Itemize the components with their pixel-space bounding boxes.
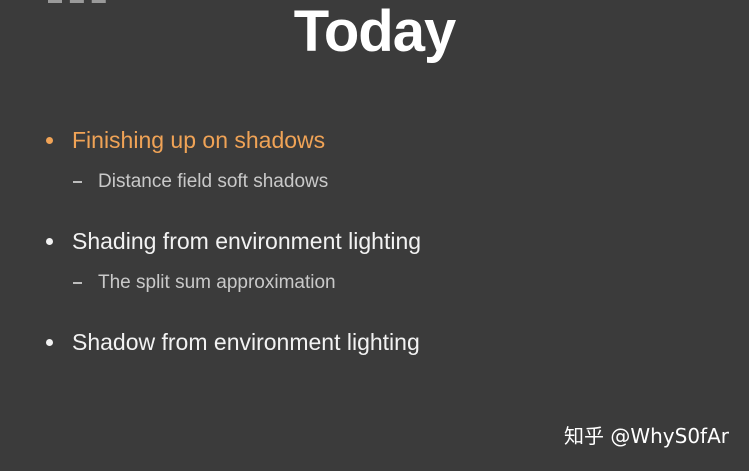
bullet-item: Shading from environment lighting <box>46 228 421 255</box>
slide: ▬ ▬ ▬ Today Finishing up on shadows Dist… <box>0 0 749 471</box>
watermark: 知乎 @WhyS0fAr <box>563 424 729 448</box>
bullet-text: Shading from environment lighting <box>72 228 422 254</box>
bullet-item: Shadow from environment lighting <box>46 329 420 356</box>
sub-bullet-text: The split sum approximation <box>98 272 336 293</box>
sub-bullet-text: Distance field soft shadows <box>98 171 329 192</box>
bullet-text: Finishing up on shadows <box>72 127 326 153</box>
bullet-item: Finishing up on shadows <box>46 127 325 154</box>
dash-icon <box>73 181 82 183</box>
bullet-dot-icon <box>46 238 53 245</box>
bullet-dot-icon <box>46 339 53 346</box>
sub-bullet-item: The split sum approximation <box>73 272 336 294</box>
slide-title: Today <box>293 0 457 64</box>
sub-bullet-item: Distance field soft shadows <box>73 171 328 193</box>
dash-icon <box>73 282 82 284</box>
bullet-text: Shadow from environment lighting <box>72 329 420 355</box>
bullet-dot-icon <box>46 137 53 144</box>
